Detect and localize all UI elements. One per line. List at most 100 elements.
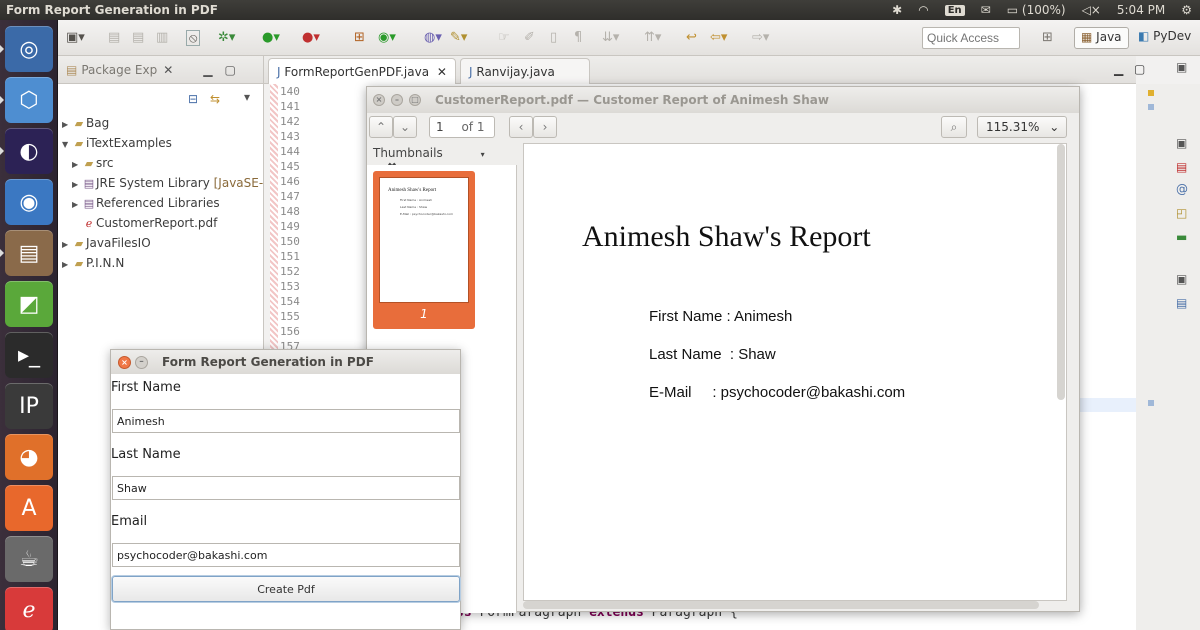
volume-muted-icon[interactable]: ◁×: [1074, 3, 1109, 17]
print-icon[interactable]: ▥: [156, 30, 168, 46]
launcher-item-terminal[interactable]: ▸_: [5, 332, 53, 378]
console-icon[interactable]: ▬: [1176, 230, 1187, 244]
launcher-item-pycharm[interactable]: ◩: [5, 281, 53, 327]
collapse-all-icon[interactable]: ⊟: [188, 92, 198, 106]
expand-arrow-icon[interactable]: ▶: [72, 176, 82, 194]
collapse-arrow-icon[interactable]: ▼: [62, 136, 72, 154]
close-icon[interactable]: ✕: [163, 63, 173, 77]
launcher-item-ipython[interactable]: IP: [5, 383, 53, 429]
mail-icon[interactable]: ✉: [973, 3, 999, 17]
bluetooth-icon[interactable]: ✱: [884, 3, 910, 17]
perspective-pydev[interactable]: ◧ PyDev: [1132, 27, 1197, 49]
launcher-item-eclipse[interactable]: ◐: [0, 128, 53, 174]
declaration-icon[interactable]: ◰: [1176, 206, 1187, 220]
save-all-icon[interactable]: ▤: [132, 30, 144, 46]
next-annotation-icon[interactable]: ⇊▾: [602, 30, 619, 46]
horizontal-scrollbar[interactable]: [523, 601, 1039, 609]
wifi-icon[interactable]: ◠: [910, 3, 936, 17]
close-window-icon[interactable]: ×: [118, 355, 131, 369]
tab-ranvijay[interactable]: J Ranvijay.java: [460, 58, 590, 84]
minimize-window-icon[interactable]: –: [391, 94, 403, 106]
tree-item-itextexamples[interactable]: ▼ ▰ iTextExamples: [62, 134, 172, 152]
restore-icon[interactable]: ▣: [1176, 136, 1187, 150]
launcher-item-pdf-viewer[interactable]: ℯ: [5, 587, 53, 630]
prev-annotation-icon[interactable]: ⇈▾: [644, 30, 661, 46]
annotation-icon[interactable]: ☞: [498, 30, 510, 46]
tree-item-src[interactable]: ▶ ▰ src: [72, 154, 114, 172]
search-icon[interactable]: ✎▾: [450, 30, 467, 46]
skip-breakpoints-icon[interactable]: ⦸: [186, 30, 201, 46]
next-page-button[interactable]: ⌄: [393, 116, 417, 138]
vertical-scrollbar[interactable]: [1057, 144, 1065, 400]
history-back-button[interactable]: ‹: [509, 116, 533, 138]
launcher-item-software-center[interactable]: A: [5, 485, 53, 531]
first-name-field[interactable]: [112, 409, 460, 433]
tree-item-referenced-libraries[interactable]: ▶ ▤ Referenced Libraries: [72, 194, 220, 212]
sidebar-mode-select[interactable]: Thumbnails ▾ ✖: [367, 143, 517, 174]
last-edit-icon[interactable]: ↩: [686, 30, 697, 46]
javadoc-icon[interactable]: @: [1176, 182, 1188, 196]
show-whitespace-icon[interactable]: ¶: [574, 30, 582, 46]
history-forward-button[interactable]: ›: [533, 116, 557, 138]
package-explorer-tab[interactable]: ▤ Package Exp ✕ ▁ ▢: [58, 56, 263, 84]
page-number-input[interactable]: 1 of 1: [429, 116, 495, 138]
maximize-icon[interactable]: ▢: [225, 63, 236, 77]
last-name-field[interactable]: [112, 476, 460, 500]
page-thumbnail-selected[interactable]: Animesh Shaw's Report First Name : Anime…: [373, 171, 475, 329]
launcher-item-virtualbox[interactable]: ⬡: [0, 77, 53, 123]
toggle-icon[interactable]: ▯: [550, 30, 557, 46]
forward-icon[interactable]: ⇨▾: [752, 30, 769, 46]
keyboard-layout-indicator[interactable]: En: [937, 4, 973, 16]
expand-arrow-icon[interactable]: ▶: [62, 236, 72, 254]
view-menu-icon[interactable]: ▾: [244, 90, 250, 104]
open-perspective-icon[interactable]: ⊞: [1042, 30, 1053, 46]
tree-item-javafilesio[interactable]: ▶ ▰ JavaFilesIO: [62, 234, 151, 252]
zoom-select[interactable]: 115.31% ⌄: [977, 116, 1067, 138]
restore-icon[interactable]: ▣: [1176, 272, 1187, 286]
battery-indicator[interactable]: ▭ (100%): [999, 3, 1074, 17]
tree-item-customerreport-pdf[interactable]: ℯ CustomerReport.pdf: [72, 214, 218, 232]
power-gear-icon[interactable]: ⚙: [1173, 3, 1200, 17]
coverage-icon[interactable]: ●▾: [302, 30, 320, 46]
new-icon[interactable]: ▣▾: [66, 30, 85, 46]
maximize-window-icon[interactable]: □: [409, 94, 421, 106]
tree-item-jre-system-library[interactable]: ▶ ▤ JRE System Library [JavaSE-: [72, 174, 263, 192]
pen-icon[interactable]: ✐: [524, 30, 535, 46]
launcher-item-firefox[interactable]: ◕: [5, 434, 53, 480]
expand-arrow-icon[interactable]: ▶: [72, 196, 82, 214]
new-java-package-icon[interactable]: ⊞: [354, 30, 365, 46]
find-button[interactable]: ⌕: [941, 116, 967, 138]
restore-icon[interactable]: ▣: [1176, 60, 1187, 74]
perspective-java[interactable]: ▦ Java: [1074, 27, 1129, 49]
launcher-item-ubuntu-dash[interactable]: ◎: [0, 26, 53, 72]
launcher-item-chrome[interactable]: ◉: [5, 179, 53, 225]
run-icon[interactable]: ●▾: [262, 30, 280, 46]
email-field[interactable]: [112, 543, 460, 567]
tab-formreportgenpdf[interactable]: J FormReportGenPDF.java ✕: [268, 58, 456, 84]
create-pdf-button[interactable]: Create Pdf: [112, 576, 460, 602]
pdf-page[interactable]: Animesh Shaw's Report First Name : Anime…: [523, 143, 1067, 601]
expand-arrow-icon[interactable]: ▶: [62, 116, 72, 134]
save-icon[interactable]: ▤: [108, 30, 120, 46]
outline-icon[interactable]: ▤: [1176, 296, 1187, 310]
launcher-item-file-manager[interactable]: ▤: [0, 230, 53, 276]
launcher-item-java[interactable]: ☕: [5, 536, 53, 582]
tree-item-pinn[interactable]: ▶ ▰ P.I.N.N: [62, 254, 124, 272]
maximize-icon[interactable]: ▢: [1134, 62, 1145, 76]
minimize-icon[interactable]: ▁: [1114, 62, 1123, 76]
link-with-editor-icon[interactable]: ⇆: [210, 92, 220, 106]
previous-page-button[interactable]: ⌃: [369, 116, 393, 138]
tree-item-bag[interactable]: ▶ ▰ Bag: [62, 114, 109, 132]
minimize-window-icon[interactable]: –: [135, 355, 148, 369]
clock[interactable]: 5:04 PM: [1109, 3, 1173, 17]
close-window-icon[interactable]: ×: [373, 94, 385, 106]
back-icon[interactable]: ⇦▾: [710, 30, 727, 46]
close-icon[interactable]: ✕: [437, 65, 447, 79]
open-type-icon[interactable]: ◍▾: [424, 30, 442, 46]
new-class-icon[interactable]: ◉▾: [378, 30, 396, 46]
expand-arrow-icon[interactable]: ▶: [72, 156, 82, 174]
minimize-icon[interactable]: ▁: [203, 63, 212, 77]
expand-arrow-icon[interactable]: ▶: [62, 256, 72, 274]
quick-access-input[interactable]: [922, 27, 1020, 49]
debug-icon[interactable]: ✲▾: [218, 30, 235, 46]
